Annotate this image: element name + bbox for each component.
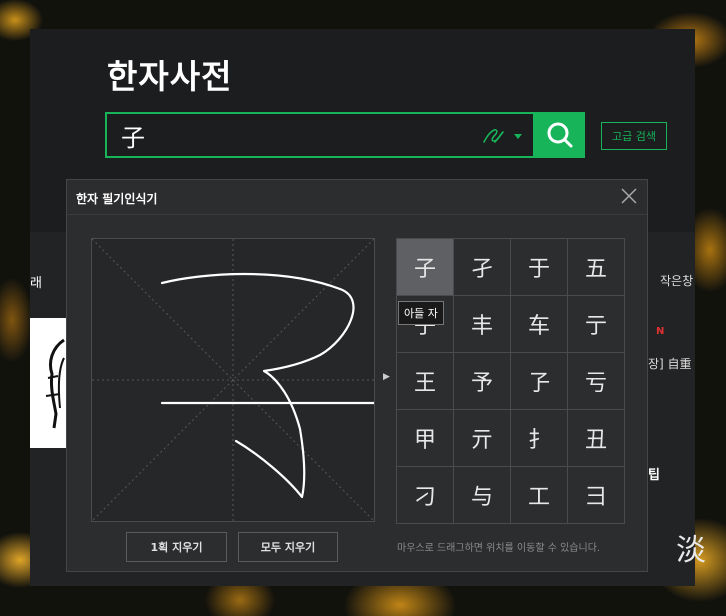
candidate-cell[interactable]: 于 <box>511 239 568 296</box>
left-tab-fragment[interactable]: 래 <box>30 272 42 291</box>
candidate-tooltip: 아들 자 <box>398 301 444 325</box>
clear-all-button[interactable]: 모두 지우기 <box>238 532 338 562</box>
search-box <box>105 112 535 158</box>
candidate-cell[interactable]: 亓 <box>454 410 511 467</box>
clear-one-stroke-button[interactable]: 1획 지우기 <box>126 532 227 562</box>
handwriting-recognizer-popup[interactable]: 한자 필기인식기 ▶ 子 孑 于 五 子 丰 车 亍 王 予 孒 亏 甲 亓 扌 <box>66 179 648 572</box>
drawing-canvas[interactable] <box>91 238 376 522</box>
search-input[interactable] <box>121 120 461 150</box>
decorative-character: 淡 <box>676 533 706 568</box>
candidate-cell[interactable]: 亏 <box>568 353 625 410</box>
candidate-cell[interactable]: 丰 <box>454 296 511 353</box>
small-window-tab[interactable]: 작은창 <box>660 272 693 289</box>
arrow-right-icon: ▶ <box>383 372 390 382</box>
drag-hint: 마우스로 드래그하면 위치를 이동할 수 있습니다. <box>397 543 601 554</box>
search-icon <box>547 122 573 148</box>
tip-heading: 팁 <box>648 468 660 483</box>
candidate-cell[interactable]: 予 <box>454 353 511 410</box>
candidate-cell[interactable]: 扌 <box>511 410 568 467</box>
candidate-cell[interactable]: 五 <box>568 239 625 296</box>
right-text-fragment: 장] 自重 <box>648 357 692 371</box>
advanced-search-button[interactable]: 고급 검색 <box>601 122 667 150</box>
candidate-cell[interactable]: 刁 <box>397 467 454 524</box>
page-title: 한자사전 <box>107 57 233 96</box>
candidate-cell[interactable]: 王 <box>397 353 454 410</box>
divider <box>67 214 647 215</box>
candidate-grid: 子 孑 于 五 子 丰 车 亍 王 予 孒 亏 甲 亓 扌 丑 刁 与 工 彐 <box>396 238 625 524</box>
candidate-cell[interactable]: 子 <box>397 239 454 296</box>
candidate-cell[interactable]: 彐 <box>568 467 625 524</box>
candidate-cell[interactable]: 工 <box>511 467 568 524</box>
close-icon[interactable] <box>619 186 639 206</box>
search-button[interactable] <box>535 112 585 158</box>
candidate-cell[interactable]: 亍 <box>568 296 625 353</box>
popup-title: 한자 필기인식기 <box>76 192 158 206</box>
candidate-cell[interactable]: 与 <box>454 467 511 524</box>
candidate-cell[interactable]: 车 <box>511 296 568 353</box>
left-image <box>30 318 66 448</box>
candidate-cell[interactable]: 丑 <box>568 410 625 467</box>
pen-icon[interactable] <box>482 126 526 146</box>
candidate-cell[interactable]: 孒 <box>511 353 568 410</box>
candidate-cell[interactable]: 孑 <box>454 239 511 296</box>
new-badge: N <box>656 326 665 337</box>
candidate-cell[interactable]: 甲 <box>397 410 454 467</box>
